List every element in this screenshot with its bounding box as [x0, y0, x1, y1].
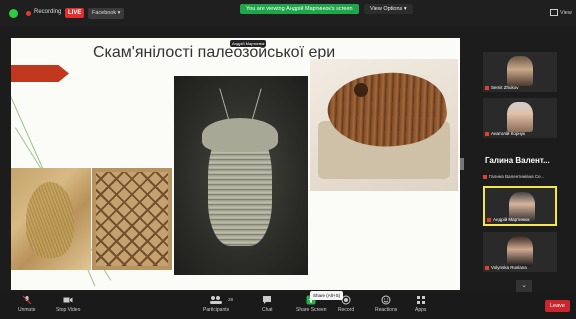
participant-name: Анатолій Корнук — [485, 131, 525, 136]
unmute-button[interactable]: Unmute — [18, 295, 36, 313]
chat-icon — [263, 296, 272, 304]
stop-video-button[interactable]: Stop Video — [56, 295, 80, 313]
slide-title: Скам'янілості палеозойської ери — [93, 44, 336, 61]
avatar — [507, 236, 533, 266]
participant-tile-active[interactable]: Андрій Мартинюк — [483, 186, 557, 226]
record-label: Record — [338, 307, 355, 313]
chat-button[interactable]: Chat — [262, 295, 273, 313]
zoom-window: Recording LIVE Facebook ▾ You are viewin… — [0, 0, 576, 319]
security-shield-icon[interactable] — [9, 9, 18, 18]
top-bar: Recording LIVE Facebook ▾ You are viewin… — [0, 0, 576, 26]
mic-muted-icon — [22, 295, 32, 305]
fossil-net-image — [92, 168, 172, 270]
participant-tile[interactable]: Анатолій Корнук — [483, 98, 557, 138]
participant-name: Volynska Ruslana — [485, 265, 527, 270]
view-button[interactable]: View — [550, 9, 572, 16]
participants-button[interactable]: Participants — [203, 295, 229, 313]
trilobite-brown-image — [310, 59, 458, 191]
active-speaker-label: Галина Валентинівна Се... — [483, 174, 544, 179]
active-speaker-name: Галина Валент... — [485, 156, 550, 165]
apps-button[interactable]: Apps — [415, 295, 426, 313]
participants-panel: Semit Zhukov Анатолій Корнук Галина Вале… — [478, 42, 576, 298]
red-arrow-decoration — [11, 65, 69, 82]
participant-tile[interactable]: Semit Zhukov — [483, 52, 557, 92]
fossil-leaf-image — [11, 168, 91, 270]
chevron-down-icon[interactable]: ⌄ — [516, 280, 532, 292]
bottom-toolbar: Unmute Stop Video Participants 28 Chat S… — [0, 292, 576, 319]
live-badge: LIVE — [65, 8, 85, 18]
participants-count: 28 — [228, 297, 234, 302]
participants-label: Participants — [203, 307, 230, 313]
facebook-dropdown[interactable]: Facebook ▾ — [88, 8, 125, 19]
unmute-label: Unmute — [18, 307, 36, 313]
apps-label: Apps — [415, 307, 427, 313]
viewing-banner: You are viewing Андрій Мартинюк's screen — [240, 4, 359, 14]
share-tooltip: Share (Alt+S) — [310, 291, 344, 300]
speaker-badge: Андрій Мартинюк — [230, 40, 267, 47]
trilobite-dark-image — [174, 76, 308, 275]
participant-tile[interactable]: Volynska Ruslana — [483, 232, 557, 272]
reactions-button[interactable]: Reactions — [375, 295, 397, 313]
video-icon — [63, 297, 73, 303]
participant-name: Semit Zhukov — [485, 85, 519, 90]
chat-label: Chat — [262, 307, 273, 313]
reactions-label: Reactions — [375, 307, 398, 313]
view-options-button[interactable]: View Options ▾ — [364, 4, 413, 14]
leave-button[interactable]: Leave — [545, 300, 570, 312]
apps-icon — [416, 296, 425, 304]
reactions-icon — [381, 295, 391, 305]
participant-name: Андрій Мартинюк — [487, 217, 530, 222]
participants-icon — [210, 296, 223, 304]
panel-resize-handle[interactable] — [460, 158, 464, 170]
avatar — [507, 102, 533, 132]
recording-icon — [26, 11, 31, 16]
stop-video-label: Stop Video — [56, 307, 81, 313]
share-screen-label: Share Screen — [296, 307, 327, 313]
recording-label: Recording — [34, 9, 62, 15]
shared-slide: Скам'янілості палеозойської ери Андрій М… — [11, 38, 460, 290]
avatar — [507, 56, 533, 86]
